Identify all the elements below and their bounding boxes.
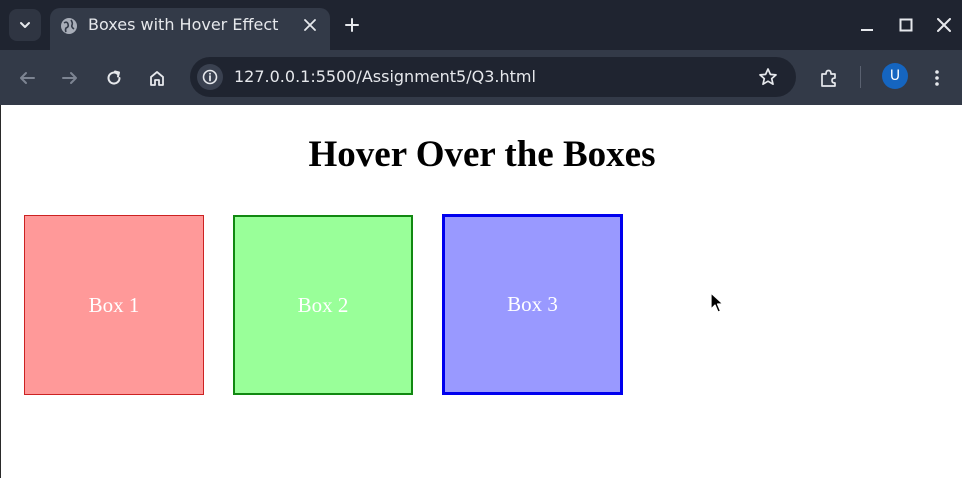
home-button[interactable]	[143, 64, 171, 92]
box-label: Box 1	[88, 292, 140, 317]
page-title: Hover Over the Boxes	[308, 134, 656, 175]
chevron-down-icon	[20, 22, 30, 28]
arrow-left-icon	[20, 72, 35, 84]
close-icon	[937, 18, 951, 32]
address-bar[interactable]: 127.0.0.1:5500/Assignment5/Q3.html	[190, 57, 796, 97]
box-label: Box 3	[507, 292, 558, 316]
close-icon	[304, 19, 316, 31]
info-icon	[202, 69, 218, 85]
arrow-right-icon	[62, 72, 77, 84]
close-window-button[interactable]	[932, 13, 956, 37]
url-text[interactable]: 127.0.0.1:5500/Assignment5/Q3.html	[234, 66, 536, 88]
page-viewport: Hover Over the Boxes Box 1 Box 2 Box 3	[0, 105, 962, 478]
puzzle-icon	[821, 69, 836, 87]
tab-search-button[interactable]	[9, 9, 41, 41]
toolbar-divider	[860, 66, 861, 88]
reload-button[interactable]	[100, 64, 128, 92]
minimize-icon	[861, 29, 873, 31]
extensions-button[interactable]	[815, 64, 843, 92]
bookmark-button[interactable]	[756, 65, 780, 89]
new-tab-button[interactable]	[340, 13, 364, 37]
box-label: Box 2	[297, 292, 349, 317]
box-3[interactable]: Box 3	[442, 214, 623, 395]
tab-strip: Boxes with Hover Effect	[0, 0, 962, 50]
box-2[interactable]: Box 2	[233, 215, 413, 395]
back-button[interactable]	[13, 64, 41, 92]
reload-icon	[107, 70, 121, 85]
kebab-menu-icon	[935, 70, 939, 86]
active-tab[interactable]: Boxes with Hover Effect	[50, 8, 330, 50]
tab-close-button[interactable]	[300, 15, 320, 35]
star-icon	[759, 68, 777, 86]
plus-icon	[345, 18, 359, 32]
maximize-icon	[899, 18, 913, 32]
home-icon	[150, 71, 164, 86]
maximize-button[interactable]	[894, 13, 918, 37]
profile-avatar[interactable]: U	[882, 63, 908, 89]
mouse-cursor-icon	[710, 292, 724, 313]
browser-toolbar: 127.0.0.1:5500/Assignment5/Q3.html U	[0, 50, 962, 105]
box-1[interactable]: Box 1	[24, 215, 204, 395]
forward-button[interactable]	[56, 64, 84, 92]
browser-menu-button[interactable]	[923, 64, 951, 92]
globe-icon	[61, 18, 77, 34]
minimize-button[interactable]	[855, 13, 879, 37]
site-info-button[interactable]	[197, 64, 223, 90]
tab-title: Boxes with Hover Effect	[88, 15, 279, 34]
